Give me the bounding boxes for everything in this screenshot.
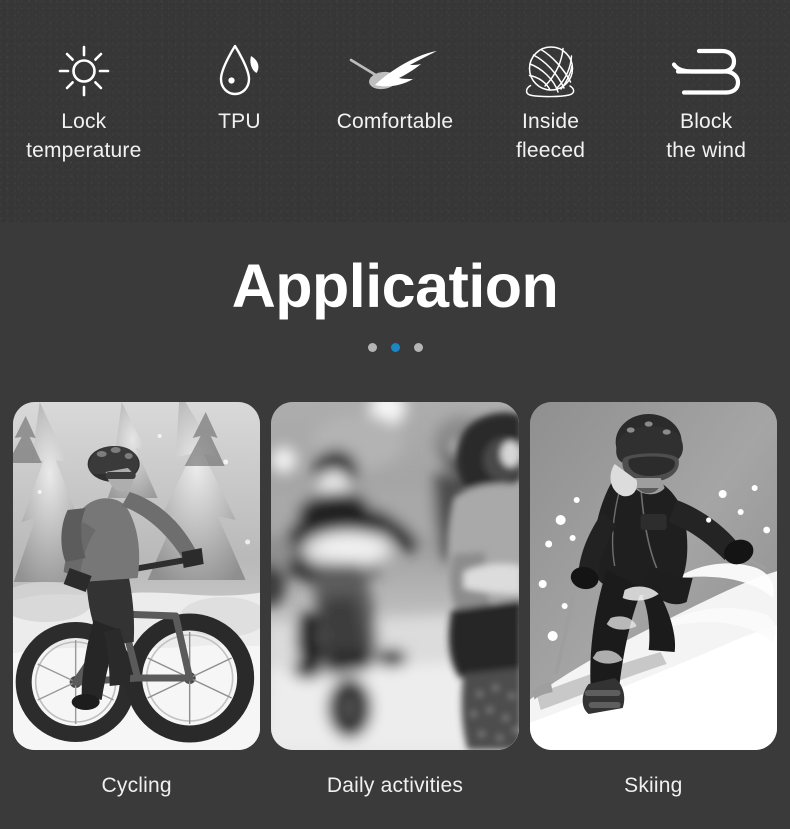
feature-label: Comfortable <box>336 110 454 133</box>
features-row: Lock temperature TPU Comfortable Inside … <box>0 0 790 222</box>
carousel-dots[interactable] <box>367 342 423 352</box>
carousel-dot-2[interactable] <box>390 342 400 352</box>
card-skiing[interactable]: Skiing <box>529 402 777 798</box>
carousel-dot-1[interactable] <box>367 342 377 352</box>
feature-label: Lock temperature <box>26 110 142 162</box>
page-title: Application <box>231 252 559 320</box>
wind-icon <box>628 42 784 100</box>
feature-block-the-wind: Block the wind <box>628 42 784 165</box>
sun-icon <box>6 42 162 100</box>
blurred-street-scooter-photo <box>271 402 519 750</box>
feature-lock-temperature: Lock temperature <box>6 42 162 165</box>
card-caption: Skiing <box>624 774 683 797</box>
feature-inside-fleeced: Inside fleeced <box>473 42 629 165</box>
droplet-icon <box>162 42 318 100</box>
feature-label: Block the wind <box>666 110 747 162</box>
yarn-ball-icon <box>473 42 629 100</box>
cyclist-fat-bike-snow-photo <box>13 402 261 750</box>
card-cycling[interactable]: Cycling <box>13 402 261 798</box>
card-caption: Cycling <box>101 774 172 797</box>
application-cards: Cycling Daily activities Skiing <box>0 402 790 798</box>
features-strip: Lock temperature TPU Comfortable Inside … <box>0 0 790 222</box>
product-detail-page: Lock temperature TPU Comfortable Inside … <box>0 0 790 829</box>
application-section-header: Application <box>0 222 790 402</box>
feature-label: Inside fleeced <box>516 110 586 162</box>
card-caption: Daily activities <box>326 774 464 797</box>
feature-label: TPU <box>218 110 261 133</box>
skier-carving-snow-photo <box>529 402 777 750</box>
feature-comfortable: Comfortable <box>317 42 473 137</box>
carousel-dot-3[interactable] <box>413 342 423 352</box>
feather-icon <box>317 42 473 100</box>
feature-tpu: TPU <box>162 42 318 137</box>
card-daily-activities[interactable]: Daily activities <box>271 402 519 798</box>
